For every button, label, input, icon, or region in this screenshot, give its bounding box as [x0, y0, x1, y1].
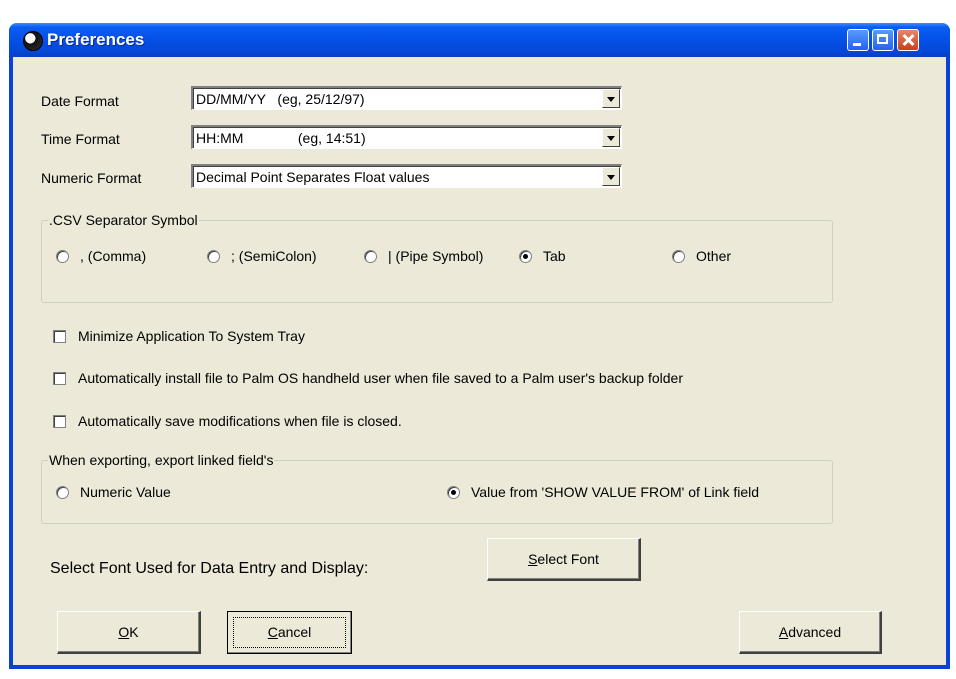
export-linked-group: When exporting, export linked field's Nu… [41, 452, 833, 524]
advanced-button-label: dvanced [788, 624, 842, 640]
export-linked-legend: When exporting, export linked field's [48, 452, 275, 468]
radio-icon [672, 249, 685, 263]
radio-icon [364, 249, 377, 263]
title-bar[interactable]: Preferences [9, 23, 950, 57]
advanced-button[interactable]: Advanced [739, 611, 882, 654]
cancel-button[interactable]: Cancel [227, 611, 352, 654]
app-icon [23, 31, 43, 51]
auto-save-label: Automatically save modifications when fi… [78, 413, 402, 429]
checkbox-icon [53, 371, 66, 385]
minimize-to-tray-label: Minimize Application To System Tray [78, 328, 305, 344]
radio-icon [207, 249, 220, 263]
minimize-to-tray-checkbox[interactable]: Minimize Application To System Tray [53, 328, 305, 344]
mnemonic: S [528, 551, 538, 567]
radio-numeric-value[interactable]: Numeric Value [56, 484, 171, 500]
numeric-format-value: Decimal Point Separates Float values [196, 169, 430, 185]
select-font-button[interactable]: Select Font [487, 538, 641, 581]
csv-separator-group: .CSV Separator Symbol , (Comma) ; (SemiC… [41, 212, 833, 303]
time-format-label: Time Format [41, 131, 120, 147]
date-format-value: DD/MM/YY (eg, 25/12/97) [196, 91, 365, 107]
mnemonic: A [778, 624, 789, 640]
auto-install-palm-label: Automatically install file to Palm OS ha… [78, 370, 683, 386]
mnemonic: O [118, 624, 130, 640]
radio-semicolon-label: ; (SemiColon) [231, 248, 317, 264]
numeric-format-dropdown[interactable]: Decimal Point Separates Float values [191, 164, 622, 188]
radio-show-value-from-label: Value from 'SHOW VALUE FROM' of Link fie… [471, 484, 760, 500]
chevron-down-icon[interactable] [602, 128, 620, 147]
date-format-dropdown[interactable]: DD/MM/YY (eg, 25/12/97) [191, 86, 622, 110]
numeric-format-label: Numeric Format [41, 170, 142, 186]
radio-selected-icon [447, 485, 460, 499]
chevron-down-icon[interactable] [602, 167, 620, 186]
checkbox-icon [53, 414, 66, 428]
minimize-button[interactable] [847, 29, 869, 51]
auto-save-checkbox[interactable]: Automatically save modifications when fi… [53, 413, 402, 429]
radio-other-label: Other [696, 248, 732, 264]
chevron-down-icon[interactable] [602, 89, 620, 108]
radio-pipe-label: | (Pipe Symbol) [388, 248, 484, 264]
auto-install-palm-checkbox[interactable]: Automatically install file to Palm OS ha… [53, 370, 683, 386]
radio-semicolon[interactable]: ; (SemiColon) [207, 248, 317, 264]
radio-tab-label: Tab [543, 248, 566, 264]
ok-button-label: K [129, 624, 139, 640]
maximize-button[interactable] [872, 29, 894, 51]
radio-selected-icon [519, 249, 532, 263]
date-format-label: Date Format [41, 93, 119, 109]
radio-other[interactable]: Other [672, 248, 731, 264]
time-format-value: HH:MM (eg, 14:51) [196, 130, 366, 146]
close-button[interactable] [897, 29, 919, 51]
radio-show-value-from[interactable]: Value from 'SHOW VALUE FROM' of Link fie… [447, 484, 759, 500]
radio-pipe[interactable]: | (Pipe Symbol) [364, 248, 483, 264]
cancel-button-label: ancel [277, 624, 312, 640]
radio-icon [56, 249, 69, 263]
ok-button[interactable]: OK [57, 611, 201, 654]
csv-separator-legend: .CSV Separator Symbol [48, 212, 199, 228]
window-title: Preferences [47, 30, 145, 49]
radio-tab[interactable]: Tab [519, 248, 566, 264]
radio-comma[interactable]: , (Comma) [56, 248, 146, 264]
preferences-window: Preferences Date Format DD/MM/YY (eg, 25… [9, 23, 950, 669]
time-format-dropdown[interactable]: HH:MM (eg, 14:51) [191, 125, 622, 149]
dialog-body: Date Format DD/MM/YY (eg, 25/12/97) Time… [13, 57, 946, 665]
radio-icon [56, 485, 69, 499]
select-font-button-label: elect Font [537, 551, 599, 567]
mnemonic: C [267, 624, 278, 640]
checkbox-icon [53, 329, 66, 343]
radio-numeric-value-label: Numeric Value [80, 484, 171, 500]
select-font-label: Select Font Used for Data Entry and Disp… [50, 560, 369, 577]
radio-comma-label: , (Comma) [80, 248, 147, 264]
